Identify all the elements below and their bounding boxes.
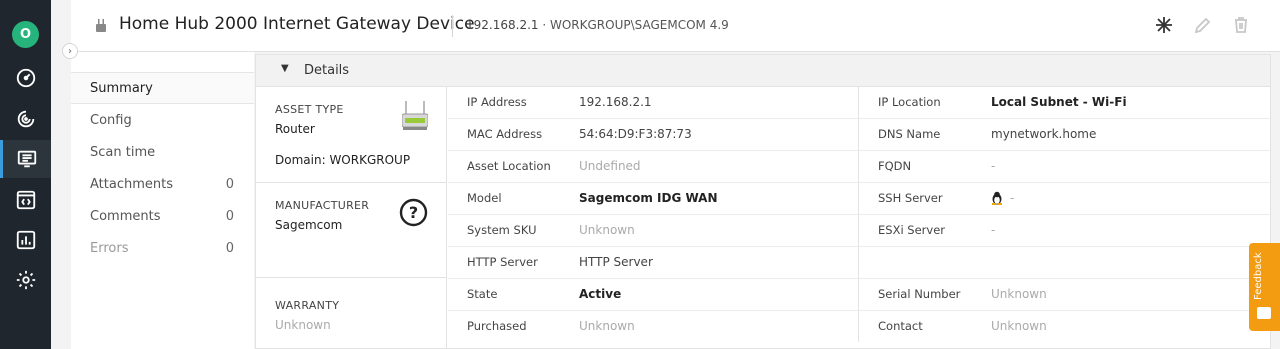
subnav-item-attachments[interactable]: Attachments 0 — [71, 168, 254, 200]
chevron-down-icon: ▼ — [281, 63, 289, 74]
svg-text:?: ? — [409, 203, 418, 222]
edit-icon[interactable] — [1192, 14, 1214, 36]
subnav-item-errors[interactable]: Errors 0 — [71, 232, 254, 264]
details-panel: ▼ Details ASSET TYPE Router Domain: WORK… — [255, 54, 1271, 349]
comment-icon — [1257, 307, 1271, 319]
asset-subnav: Summary Config Scan time Attachments 0 Co… — [71, 52, 254, 349]
asset-domain: Domain: WORKGROUP — [275, 153, 411, 167]
user-avatar[interactable]: O — [12, 21, 39, 48]
manufacturer-box: MANUFACTURER Sagemcom ? — [256, 183, 446, 278]
router-icon — [96, 19, 106, 32]
details-row: IP Address 192.168.2.1 IP Location Local S… — [448, 87, 1270, 119]
details-row: Purchased Unknown Contact Unknown — [448, 311, 1270, 343]
unknown-manufacturer-icon: ? — [399, 198, 428, 227]
discovery-icon[interactable] — [0, 100, 51, 138]
delete-icon[interactable] — [1230, 14, 1252, 36]
subnav-item-comments[interactable]: Comments 0 — [71, 200, 254, 232]
details-row: HTTP Server HTTP Server — [448, 247, 1270, 279]
assets-icon[interactable] — [0, 140, 51, 178]
details-section-header[interactable]: ▼ Details — [256, 55, 1270, 87]
warranty-box: WARRANTY Unknown — [275, 299, 340, 332]
scan-icon[interactable] — [1153, 14, 1175, 36]
page-title: Home Hub 2000 Internet Gateway Device — [119, 14, 475, 34]
dashboard-icon[interactable] — [0, 59, 51, 97]
page-header: Home Hub 2000 Internet Gateway Device 19… — [71, 0, 1280, 52]
details-row: Model Sagemcom IDG WAN SSH Server - — [448, 183, 1270, 215]
details-row: System SKU Unknown ESXi Server - — [448, 215, 1270, 247]
linux-icon — [992, 191, 1002, 205]
router-image — [402, 101, 428, 130]
asset-type-box: ASSET TYPE Router Domain: WORKGROUP — [256, 87, 446, 183]
asset-summary-column: ASSET TYPE Router Domain: WORKGROUP MANU… — [256, 87, 447, 349]
subnav-item-config[interactable]: Config — [71, 104, 254, 136]
feedback-tab[interactable]: Feedback — [1249, 243, 1280, 331]
subnav-item-summary[interactable]: Summary — [71, 72, 254, 104]
breadcrumb: 192.168.2.1 · WORKGROUP\SAGEMCOM 4.9 — [466, 18, 729, 32]
subnav-item-scan-time[interactable]: Scan time — [71, 136, 254, 168]
details-row: MAC Address 54:64:D9:F3:87:73 DNS Name myn… — [448, 119, 1270, 151]
software-icon[interactable] — [0, 181, 51, 219]
details-row: State Active Serial Number Unknown — [448, 279, 1270, 311]
collapse-toggle[interactable]: › — [62, 43, 78, 59]
details-row: Asset Location Undefined FQDN - — [448, 151, 1270, 183]
nav-rail: O — [0, 0, 51, 349]
chevron-right-icon: › — [68, 45, 72, 57]
settings-icon[interactable] — [0, 261, 51, 299]
reports-icon[interactable] — [0, 221, 51, 259]
